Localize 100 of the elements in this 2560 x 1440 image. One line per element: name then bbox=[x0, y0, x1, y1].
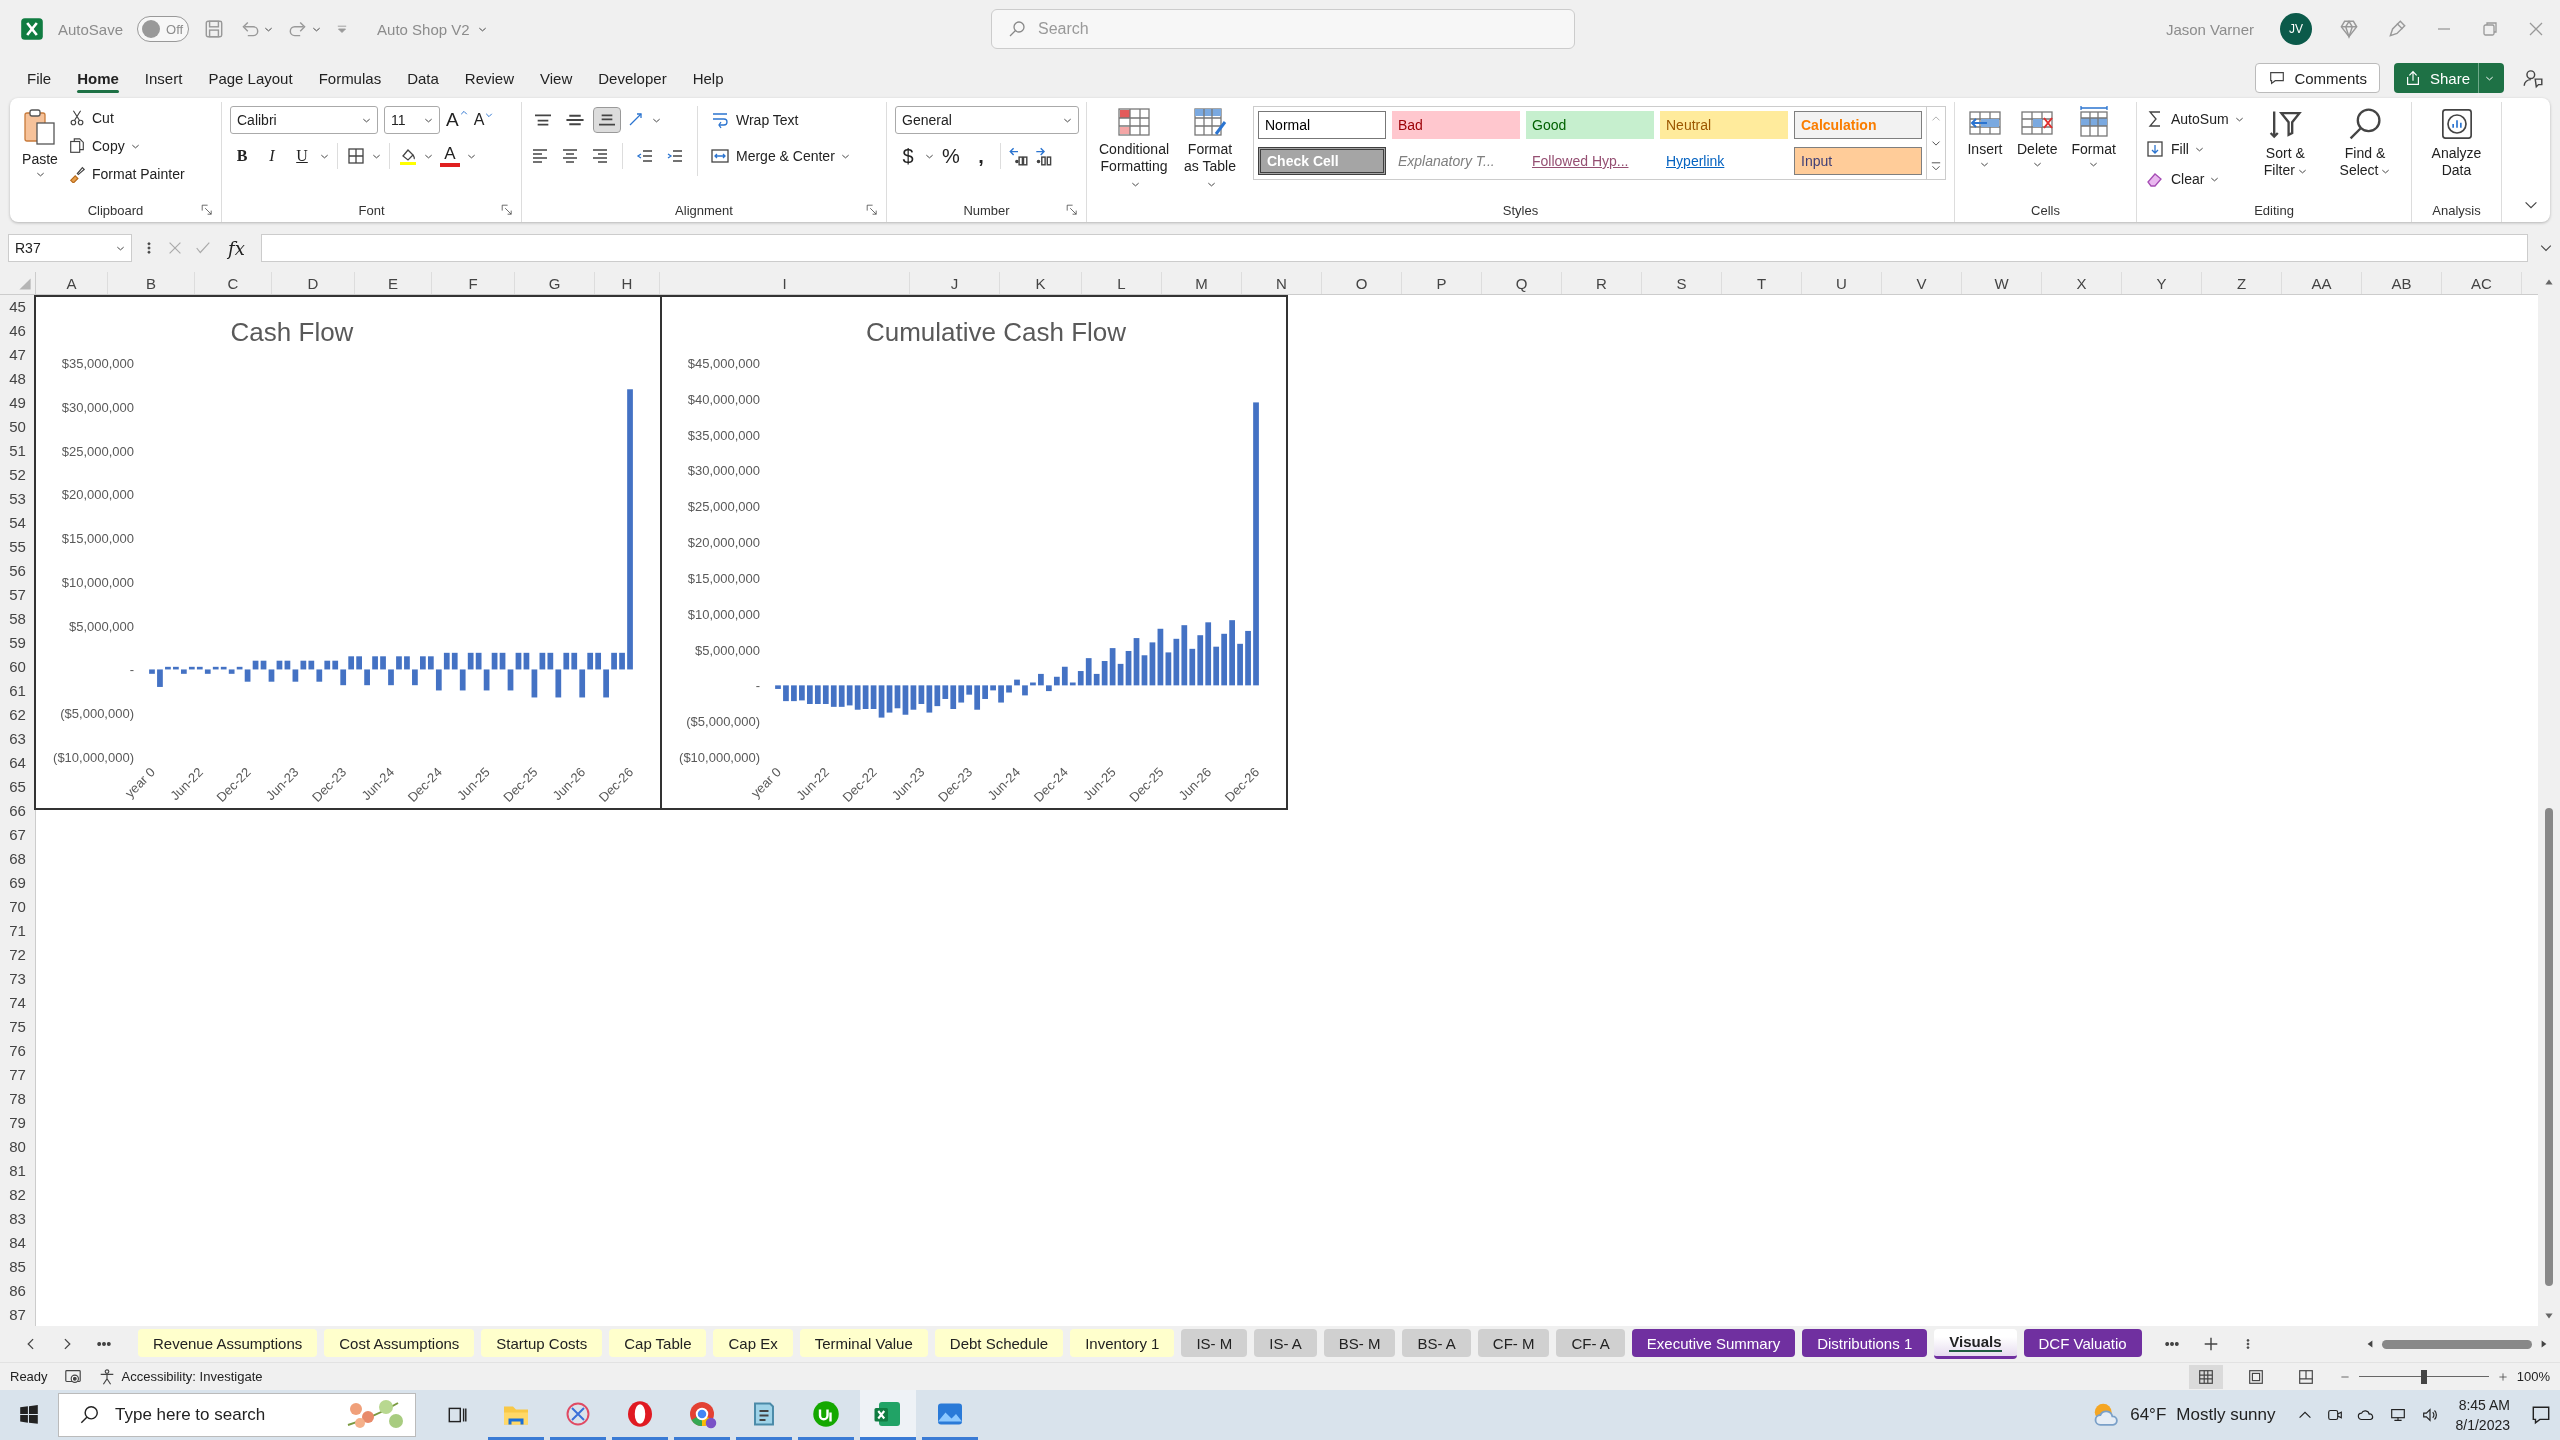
clock-time[interactable]: 8:45 AM bbox=[2458, 1395, 2510, 1415]
column-header[interactable]: D bbox=[272, 272, 355, 294]
currency-button[interactable]: $ bbox=[895, 144, 921, 168]
row-header[interactable]: 79 bbox=[0, 1111, 35, 1135]
paste-button[interactable]: Paste bbox=[18, 104, 62, 181]
format-cells-button[interactable]: Format bbox=[2067, 104, 2120, 171]
column-header[interactable]: L bbox=[1082, 272, 1162, 294]
row-header[interactable]: 81 bbox=[0, 1159, 35, 1183]
menu-tab[interactable]: Home bbox=[66, 61, 130, 95]
row-header[interactable]: 78 bbox=[0, 1087, 35, 1111]
row-header[interactable]: 49 bbox=[0, 391, 35, 415]
column-header[interactable]: U bbox=[1802, 272, 1882, 294]
column-header[interactable]: B bbox=[108, 272, 195, 294]
cut-button[interactable]: Cut bbox=[68, 104, 185, 132]
copy-button[interactable]: Copy bbox=[68, 132, 125, 160]
sheet-tab[interactable]: Cost Assumptions bbox=[324, 1329, 475, 1357]
column-header[interactable]: S bbox=[1642, 272, 1722, 294]
sheet-tab[interactable]: IS- M bbox=[1181, 1329, 1248, 1357]
row-header[interactable]: 70 bbox=[0, 895, 35, 919]
row-header[interactable]: 53 bbox=[0, 487, 35, 511]
cell-style[interactable]: Input bbox=[1794, 147, 1922, 175]
cell-style[interactable]: Neutral bbox=[1660, 111, 1788, 139]
percent-button[interactable]: % bbox=[938, 144, 964, 168]
menu-tab[interactable]: Data bbox=[396, 61, 450, 95]
clock-date[interactable]: 8/1/2023 bbox=[2455, 1415, 2510, 1435]
row-header[interactable]: 83 bbox=[0, 1207, 35, 1231]
clear-button[interactable]: Clear bbox=[2145, 165, 2205, 193]
row-header[interactable]: 63 bbox=[0, 727, 35, 751]
column-header[interactable]: I bbox=[660, 272, 910, 294]
row-header[interactable]: 87 bbox=[0, 1303, 35, 1326]
underline-button[interactable]: U bbox=[290, 143, 314, 169]
menu-tab[interactable]: Insert bbox=[133, 61, 194, 95]
row-header[interactable]: 46 bbox=[0, 319, 35, 343]
row-header[interactable]: 72 bbox=[0, 943, 35, 967]
row-header[interactable]: 48 bbox=[0, 367, 35, 391]
wrap-text-button[interactable]: Wrap Text bbox=[710, 106, 799, 134]
menu-tab[interactable]: Formulas bbox=[307, 61, 393, 95]
font-name-field[interactable]: Calibri bbox=[230, 106, 378, 134]
insert-cells-button[interactable]: Insert bbox=[1963, 104, 2007, 171]
sheet-tab[interactable]: Distributions 1 bbox=[1802, 1329, 1928, 1357]
taskbar-search-field[interactable]: Type here to search bbox=[58, 1393, 416, 1437]
column-header[interactable]: M bbox=[1162, 272, 1242, 294]
row-header[interactable]: 45 bbox=[0, 295, 35, 319]
sheet-tab[interactable]: BS- M bbox=[1323, 1329, 1396, 1357]
sheet-tab[interactable]: BS- A bbox=[1402, 1329, 1471, 1357]
column-header[interactable]: F bbox=[432, 272, 515, 294]
row-header[interactable]: 77 bbox=[0, 1063, 35, 1087]
column-header[interactable]: C bbox=[195, 272, 272, 294]
format-painter-button[interactable]: Format Painter bbox=[68, 160, 185, 188]
cell-style[interactable]: Good bbox=[1526, 111, 1654, 139]
menu-tab[interactable]: File bbox=[16, 61, 63, 95]
cell-style[interactable]: Normal bbox=[1258, 111, 1386, 139]
column-header[interactable]: K bbox=[1000, 272, 1082, 294]
sheet-tab[interactable]: DCF Valuatio bbox=[2023, 1329, 2142, 1357]
row-header[interactable]: 57 bbox=[0, 583, 35, 607]
user-avatar[interactable]: JV bbox=[2280, 13, 2312, 45]
column-header[interactable]: W bbox=[1962, 272, 2042, 294]
column-header[interactable]: N bbox=[1242, 272, 1322, 294]
column-header[interactable]: E bbox=[355, 272, 432, 294]
row-header[interactable]: 69 bbox=[0, 871, 35, 895]
row-header[interactable]: 47 bbox=[0, 343, 35, 367]
accessibility-button[interactable]: Accessibility: Investigate bbox=[97, 1367, 263, 1386]
column-header[interactable]: V bbox=[1882, 272, 1962, 294]
number-format-field[interactable]: General bbox=[895, 106, 1079, 134]
comments-button[interactable]: Comments bbox=[2255, 63, 2380, 93]
autosum-button[interactable]: AutoSum bbox=[2145, 105, 2229, 133]
column-header[interactable]: J bbox=[910, 272, 1000, 294]
column-header[interactable]: P bbox=[1402, 272, 1482, 294]
row-header[interactable]: 86 bbox=[0, 1279, 35, 1303]
column-header[interactable]: AC bbox=[2442, 272, 2522, 294]
font-size-field[interactable]: 11 bbox=[384, 106, 440, 134]
row-header[interactable]: 55 bbox=[0, 535, 35, 559]
row-header[interactable]: 59 bbox=[0, 631, 35, 655]
sheet-tab[interactable]: CF- M bbox=[1477, 1329, 1550, 1357]
column-header[interactable]: A bbox=[36, 272, 108, 294]
search-field[interactable]: Search bbox=[991, 9, 1575, 49]
row-header[interactable]: 65 bbox=[0, 775, 35, 799]
delete-cells-button[interactable]: Delete bbox=[2013, 104, 2062, 171]
row-header[interactable]: 71 bbox=[0, 919, 35, 943]
sheet-tab[interactable]: IS- A bbox=[1254, 1329, 1317, 1357]
column-header[interactable]: X bbox=[2042, 272, 2122, 294]
sheet-tab[interactable]: Visuals bbox=[1934, 1329, 2017, 1359]
sheet-tab[interactable]: CF- A bbox=[1556, 1329, 1625, 1357]
column-header[interactable]: G bbox=[515, 272, 595, 294]
bold-button[interactable]: B bbox=[230, 143, 254, 169]
row-header[interactable]: 50 bbox=[0, 415, 35, 439]
row-header[interactable]: 64 bbox=[0, 751, 35, 775]
sheet-tab[interactable]: Revenue Assumptions bbox=[138, 1329, 318, 1357]
row-header[interactable]: 66 bbox=[0, 799, 35, 823]
row-header[interactable]: 52 bbox=[0, 463, 35, 487]
cell-style[interactable]: Bad bbox=[1392, 111, 1520, 139]
column-header[interactable]: Q bbox=[1482, 272, 1562, 294]
sheet-tab[interactable]: Debt Schedule bbox=[934, 1329, 1064, 1357]
name-box[interactable]: R37 bbox=[8, 234, 132, 262]
column-header[interactable]: Z bbox=[2202, 272, 2282, 294]
font-color-button[interactable]: A bbox=[439, 145, 461, 167]
row-header[interactable]: 54 bbox=[0, 511, 35, 535]
format-as-table-button[interactable]: Format as Table bbox=[1179, 104, 1241, 194]
row-header[interactable]: 73 bbox=[0, 967, 35, 991]
row-header[interactable]: 51 bbox=[0, 439, 35, 463]
